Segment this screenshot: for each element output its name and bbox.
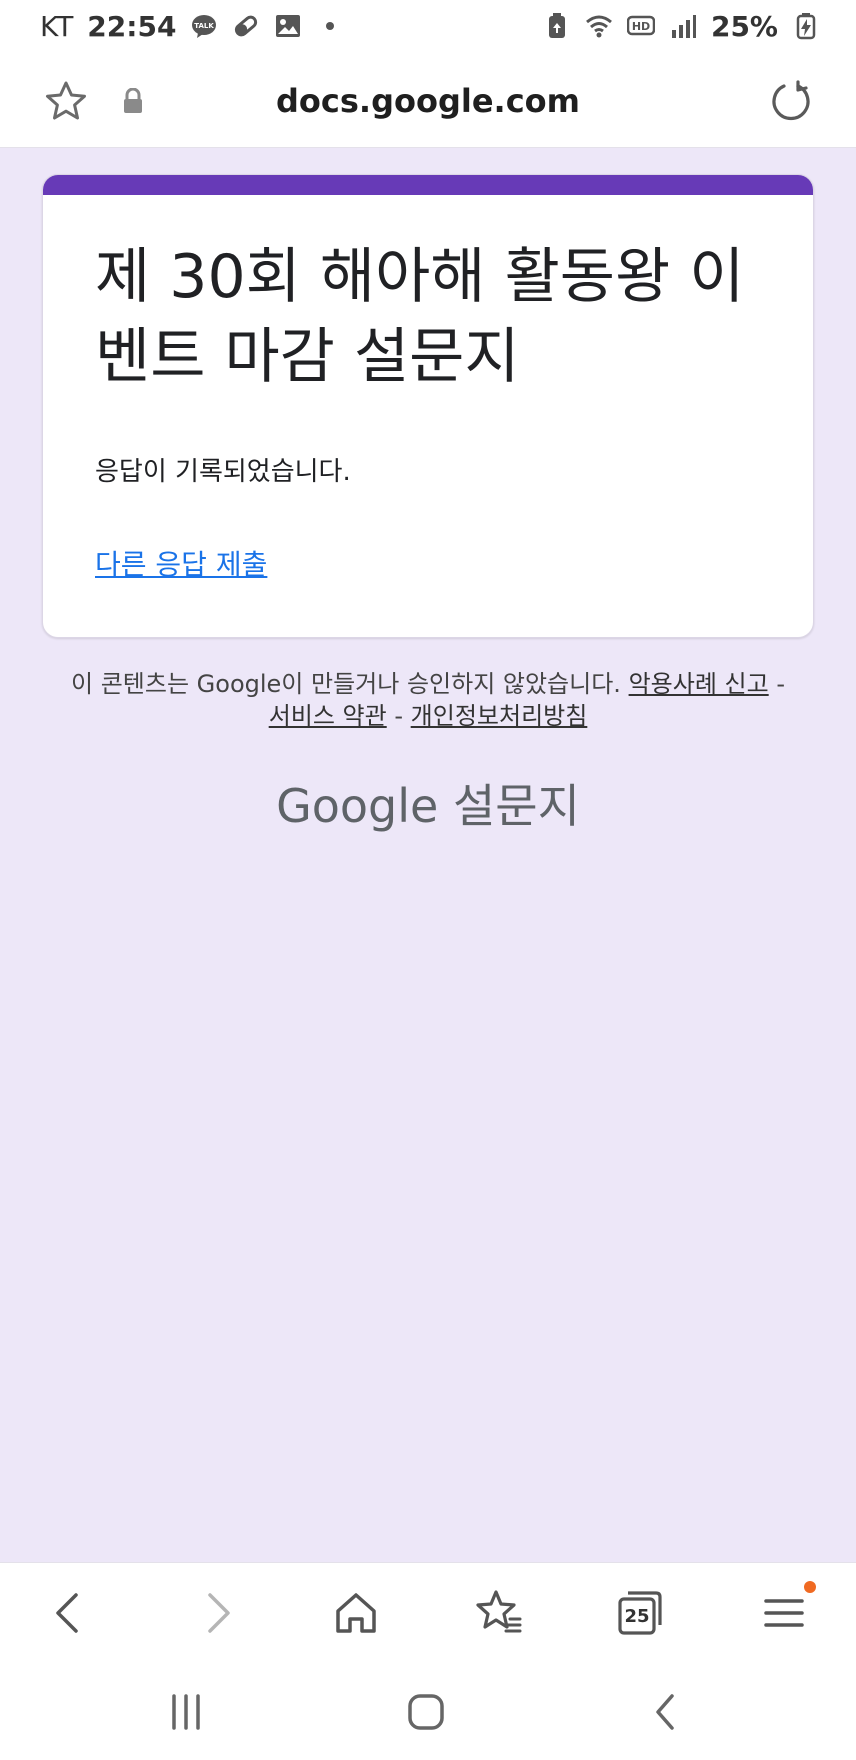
address-bar: docs.google.com [0, 52, 856, 148]
hd-icon: HD [626, 12, 656, 40]
tabs-icon[interactable]: 25 [612, 1585, 668, 1641]
signal-icon [669, 12, 697, 40]
response-recorded-message: 응답이 기록되었습니다. [95, 457, 351, 487]
wifi-icon [585, 12, 613, 40]
reload-icon[interactable] [770, 80, 812, 122]
kakaotalk-icon: TALK [190, 12, 218, 40]
google-forms-brand[interactable]: Google 설문지 [0, 770, 856, 836]
system-nav-bar [0, 1662, 856, 1760]
recents-icon[interactable] [162, 1688, 210, 1736]
url-text[interactable]: docs.google.com [0, 82, 856, 120]
battery-percent: 25% [710, 9, 778, 43]
battery-saver-icon [543, 12, 571, 40]
status-left: KT 22:54 TALK [40, 10, 344, 43]
status-right: HD 25% [543, 10, 820, 43]
home-icon[interactable] [328, 1585, 384, 1641]
svg-text:HD: HD [632, 20, 650, 33]
gallery-icon [274, 12, 302, 40]
menu-icon[interactable] [756, 1581, 816, 1641]
terms-of-service-link[interactable]: 서비스 약관 [269, 702, 387, 730]
disclaimer: 이 콘텐츠는 Google이 만들거나 승인하지 않았습니다. 악용사례 신고 … [60, 668, 796, 732]
status-bar: KT 22:54 TALK HD 25% [0, 0, 856, 52]
submit-another-response-link[interactable]: 다른 응답 제출 [95, 543, 267, 583]
form-title: 제 30회 해아해 활동왕 이벤트 마감 설문지 [95, 242, 745, 392]
dot-icon [316, 12, 344, 40]
pill-icon [232, 12, 260, 40]
back-nav-icon[interactable] [642, 1688, 690, 1736]
separator: - [394, 702, 404, 730]
report-abuse-link[interactable]: 악용사례 신고 [629, 670, 769, 698]
svg-text:TALK: TALK [195, 22, 215, 30]
forward-icon[interactable] [188, 1585, 244, 1641]
card-accent-bar [43, 175, 813, 195]
privacy-policy-link[interactable]: 개인정보처리방침 [411, 702, 588, 730]
bookmarks-icon[interactable] [470, 1585, 526, 1641]
back-icon[interactable] [42, 1585, 98, 1641]
battery-charging-icon [792, 12, 820, 40]
brand-forms: 설문지 [452, 779, 580, 833]
notification-dot [804, 1581, 816, 1593]
carrier-label: KT [40, 9, 74, 43]
home-nav-icon[interactable] [402, 1688, 450, 1736]
browser-toolbar: 25 [0, 1562, 856, 1662]
separator: - [776, 670, 785, 698]
disclaimer-text: 이 콘텐츠는 Google이 만들거나 승인하지 않았습니다. [71, 670, 621, 698]
form-card: 제 30회 해아해 활동왕 이벤트 마감 설문지 응답이 기록되었습니다. 다른… [42, 174, 814, 638]
clock: 22:54 [87, 9, 177, 43]
brand-google: Google [276, 779, 439, 833]
tabs-count: 25 [624, 1605, 650, 1627]
